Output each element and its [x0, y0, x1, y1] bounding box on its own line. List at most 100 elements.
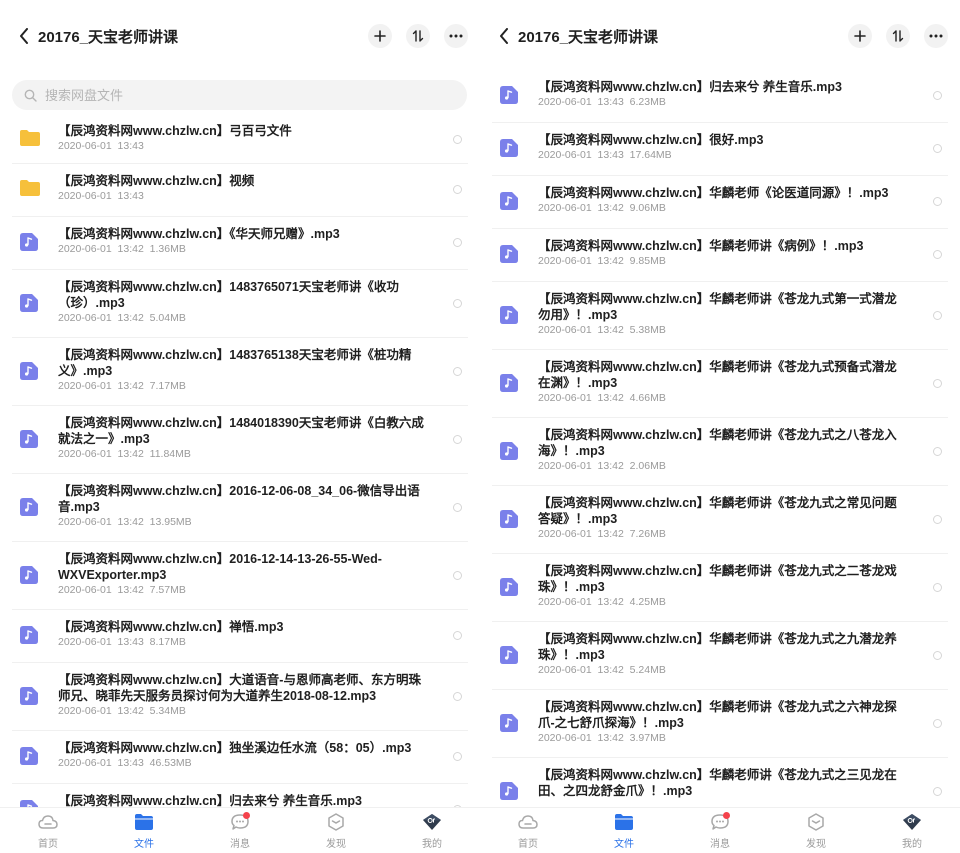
select-radio[interactable] [453, 134, 462, 144]
folder-icon [613, 811, 635, 833]
tab-cloud[interactable]: 首页 [480, 808, 576, 853]
select-radio[interactable] [453, 237, 462, 247]
back-button[interactable] [494, 24, 514, 48]
list-item[interactable]: 【辰鸿资料网www.chzlw.cn】视频 2020-06-01 13:43 [12, 164, 468, 217]
file-meta: 2020-06-01 13:42 7.57MB [58, 584, 186, 596]
select-radio[interactable] [453, 298, 462, 308]
audio-file-icon [20, 565, 38, 584]
list-item[interactable]: 【辰鸿资料网www.chzlw.cn】1483765071天宝老师讲《收功（珍）… [12, 270, 468, 338]
list-item[interactable]: 【辰鸿资料网www.chzlw.cn】华麟老师讲《病例》！.mp3 2020-06… [492, 229, 948, 282]
file-name: 【辰鸿资料网www.chzlw.cn】华麟老师讲《苍龙九式之九潜龙养珠》！.mp… [538, 632, 897, 662]
list-item[interactable]: 【辰鸿资料网www.chzlw.cn】2016-12-06-08_34_06-微… [12, 474, 468, 542]
list-item[interactable]: 【辰鸿资料网www.chzlw.cn】华麟老师讲《苍龙九式之六神龙探爪-之七舒爪… [492, 690, 948, 758]
audio-file-icon [20, 232, 38, 251]
add-button[interactable] [848, 24, 872, 48]
tab-label: 文件 [134, 839, 154, 850]
select-radio[interactable] [933, 143, 942, 153]
audio-file-icon [500, 373, 518, 392]
tab-discover[interactable]: 发现 [288, 808, 384, 853]
list-item[interactable]: 【辰鸿资料网www.chzlw.cn】华麟老师讲《苍龙九式之二苍龙戏珠》！.mp… [492, 554, 948, 622]
file-name: 【辰鸿资料网www.chzlw.cn】华麟老师讲《苍龙九式之三见龙在田、之四龙舒… [538, 768, 897, 798]
select-radio[interactable] [933, 650, 942, 660]
list-item[interactable]: 【辰鸿资料网www.chzlw.cn】禅悟.mp3 2020-06-01 13:4… [12, 610, 468, 663]
list-item[interactable]: 【辰鸿资料网www.chzlw.cn】《华天师兄赠》.mp3 2020-06-01… [12, 217, 468, 270]
select-radio[interactable] [453, 434, 462, 444]
more-button[interactable] [924, 24, 948, 48]
list-item[interactable]: 【辰鸿资料网www.chzlw.cn】独坐溪边任水流（58：05）.mp3 202… [12, 731, 468, 784]
select-radio[interactable] [933, 196, 942, 206]
file-list: 【辰鸿资料网www.chzlw.cn】弓百弓文件 2020-06-01 13:43… [0, 114, 480, 824]
folder-icon [20, 129, 40, 146]
folder-icon [20, 179, 40, 196]
file-name: 【辰鸿资料网www.chzlw.cn】1483765138天宝老师讲《桩功精义》… [58, 348, 412, 378]
header: 20176_天宝老师讲课 [480, 0, 960, 72]
sort-button[interactable] [406, 24, 430, 48]
list-item[interactable]: 【辰鸿资料网www.chzlw.cn】华麟老师《论医道同源》！.mp3 2020-… [492, 176, 948, 229]
tab-cloud[interactable]: 首页 [0, 808, 96, 853]
select-radio[interactable] [453, 691, 462, 701]
file-name: 【辰鸿资料网www.chzlw.cn】归去来兮 养生音乐.mp3 [538, 80, 842, 94]
audio-file-icon [500, 138, 518, 157]
file-meta: 2020-06-01 13:42 1.36MB [58, 243, 186, 255]
select-radio[interactable] [933, 378, 942, 388]
tab-label: 消息 [710, 839, 730, 850]
file-meta: 2020-06-01 13:42 5.24MB [538, 664, 666, 676]
notification-badge [242, 812, 250, 819]
audio-file-icon [20, 625, 38, 644]
select-radio[interactable] [933, 310, 942, 320]
file-meta: 2020-06-01 13:42 5.34MB [58, 705, 186, 717]
back-button[interactable] [14, 24, 34, 48]
list-item[interactable]: 【辰鸿资料网www.chzlw.cn】归去来兮 养生音乐.mp3 2020-06-… [492, 70, 948, 123]
select-radio[interactable] [453, 751, 462, 761]
audio-file-icon [20, 361, 38, 380]
list-item[interactable]: 【辰鸿资料网www.chzlw.cn】2016-12-14-13-26-55-W… [12, 542, 468, 610]
more-button[interactable] [444, 24, 468, 48]
select-radio[interactable] [933, 514, 942, 524]
select-radio[interactable] [933, 786, 942, 796]
list-item[interactable]: 【辰鸿资料网www.chzlw.cn】1483765138天宝老师讲《桩功精义》… [12, 338, 468, 406]
select-radio[interactable] [453, 366, 462, 376]
tab-avatar[interactable]: 我的 [864, 808, 960, 853]
tab-label: 首页 [38, 839, 58, 850]
file-name: 【辰鸿资料网www.chzlw.cn】1483765071天宝老师讲《收功（珍）… [58, 280, 399, 310]
select-radio[interactable] [453, 184, 462, 194]
audio-file-icon [500, 244, 518, 263]
list-item[interactable]: 【辰鸿资料网www.chzlw.cn】华麟老师讲《苍龙九式之八苍龙入海》！.mp… [492, 418, 948, 486]
list-item[interactable]: 【辰鸿资料网www.chzlw.cn】华麟老师讲《苍龙九式之常见问题答疑》！.m… [492, 486, 948, 554]
left-pane: 20176_天宝老师讲课 【辰鸿资料网www.chzlw.cn】弓百弓文件 202… [0, 0, 480, 853]
list-item[interactable]: 【辰鸿资料网www.chzlw.cn】1484018390天宝老师讲《白教六成就… [12, 406, 468, 474]
list-item[interactable]: 【辰鸿资料网www.chzlw.cn】弓百弓文件 2020-06-01 13:43 [12, 114, 468, 164]
select-radio[interactable] [453, 630, 462, 640]
tab-avatar[interactable]: 我的 [384, 808, 480, 853]
sort-button[interactable] [886, 24, 910, 48]
select-radio[interactable] [453, 570, 462, 580]
audio-file-icon [20, 686, 38, 705]
list-item[interactable]: 【辰鸿资料网www.chzlw.cn】大道语音-与恩师高老师、东方明珠师兄、晓菲… [12, 663, 468, 731]
select-radio[interactable] [933, 446, 942, 456]
list-item[interactable]: 【辰鸿资料网www.chzlw.cn】华麟老师讲《苍龙九式之九潜龙养珠》！.mp… [492, 622, 948, 690]
file-meta: 2020-06-01 13:42 3.97MB [538, 732, 666, 744]
list-item[interactable]: 【辰鸿资料网www.chzlw.cn】很好.mp3 2020-06-01 13:4… [492, 123, 948, 176]
file-name: 【辰鸿资料网www.chzlw.cn】华麟老师讲《苍龙九式之六神龙探爪-之七舒爪… [538, 700, 897, 730]
cloud-icon [517, 811, 539, 833]
select-radio[interactable] [453, 502, 462, 512]
list-item[interactable]: 【辰鸿资料网www.chzlw.cn】华麟老师讲《苍龙九式第一式潜龙勿用》！.m… [492, 282, 948, 350]
tab-discover[interactable]: 发现 [768, 808, 864, 853]
sort-icon [412, 30, 424, 42]
audio-file-icon [500, 191, 518, 210]
tab-folder[interactable]: 文件 [96, 808, 192, 853]
file-meta: 2020-06-01 13:43 8.17MB [58, 636, 186, 648]
audio-file-icon [500, 713, 518, 732]
search-input[interactable] [45, 87, 425, 103]
tab-folder[interactable]: 文件 [576, 808, 672, 853]
tab-label: 发现 [326, 839, 346, 850]
tab-chat[interactable]: 消息 [672, 808, 768, 853]
select-radio[interactable] [933, 582, 942, 592]
select-radio[interactable] [933, 90, 942, 100]
search-bar[interactable] [12, 80, 467, 110]
select-radio[interactable] [933, 718, 942, 728]
list-item[interactable]: 【辰鸿资料网www.chzlw.cn】华麟老师讲《苍龙九式预备式潜龙在渊》！.m… [492, 350, 948, 418]
select-radio[interactable] [933, 249, 942, 259]
add-button[interactable] [368, 24, 392, 48]
tab-chat[interactable]: 消息 [192, 808, 288, 853]
